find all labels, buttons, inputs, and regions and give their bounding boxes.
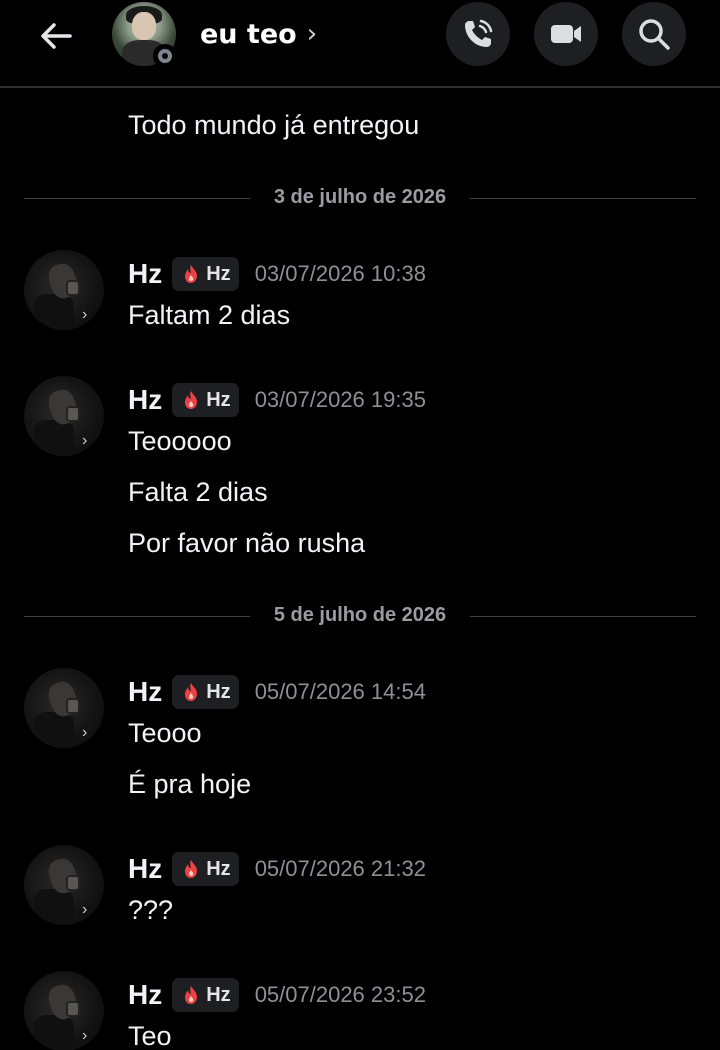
video-call-button[interactable] [534,2,598,66]
message-text: Teooo [128,718,202,748]
timestamp: 05/07/2026 14:54 [254,679,426,704]
user-avatar[interactable]: › [24,971,104,1050]
date-divider: 3 de julho de 2026 [24,186,696,208]
server-tag[interactable]: Hz [172,257,239,291]
user-avatar[interactable]: › [24,250,104,330]
message-text: Faltam 2 dias [128,300,291,330]
server-tag-label: Hz [206,680,231,703]
video-camera-icon [551,25,581,43]
server-tag-label: Hz [206,388,231,411]
server-tag[interactable]: Hz [172,383,239,417]
search-icon [639,19,670,50]
flame-icon [185,683,198,701]
arrow-left-icon [41,23,72,49]
back-button[interactable] [34,14,78,58]
date-divider: 5 de julho de 2026 [24,604,696,626]
status-indicator [153,44,177,68]
server-tag-label: Hz [206,262,231,285]
channel-name: eu teo [200,18,297,50]
username[interactable]: Hz [128,258,162,290]
message-list[interactable]: Todo mundo já entregou 3 de julho de 202… [0,90,720,1050]
chat-header: eu teo › [0,0,720,88]
flame-icon [185,986,198,1004]
flame-icon [185,391,198,409]
flame-icon [185,860,198,878]
date-divider-label: 3 de julho de 2026 [257,186,463,208]
username[interactable]: Hz [128,384,162,416]
message-text: É pra hoje [128,769,252,799]
search-button[interactable] [622,2,686,66]
timestamp: 05/07/2026 21:32 [254,856,426,881]
timestamp: 03/07/2026 19:35 [254,387,426,412]
chevron-right-icon: › [306,19,318,49]
username[interactable]: Hz [128,979,162,1011]
message-text: Teo [128,1021,172,1050]
user-avatar[interactable]: › [24,845,104,925]
flame-icon [185,265,198,283]
server-tag[interactable]: Hz [172,675,239,709]
voice-call-button[interactable] [446,2,510,66]
server-tag[interactable]: Hz [172,978,239,1012]
date-divider-label: 5 de julho de 2026 [257,604,463,626]
message-text: ??? [128,895,174,925]
message-text: Todo mundo já entregou [128,110,420,140]
timestamp: 03/07/2026 10:38 [254,261,426,286]
channel-title[interactable]: eu teo › [200,16,317,52]
user-avatar[interactable]: › [24,668,104,748]
message-text: Por favor não rusha [128,528,366,558]
server-tag[interactable]: Hz [172,852,239,886]
message-text: Falta 2 dias [128,477,268,507]
server-tag-label: Hz [206,983,231,1006]
message-text: Teooooo [128,426,232,456]
username[interactable]: Hz [128,853,162,885]
timestamp: 05/07/2026 23:52 [254,982,426,1007]
server-tag-label: Hz [206,857,231,880]
phone-icon [465,19,493,47]
username[interactable]: Hz [128,676,162,708]
user-avatar[interactable]: › [24,376,104,456]
